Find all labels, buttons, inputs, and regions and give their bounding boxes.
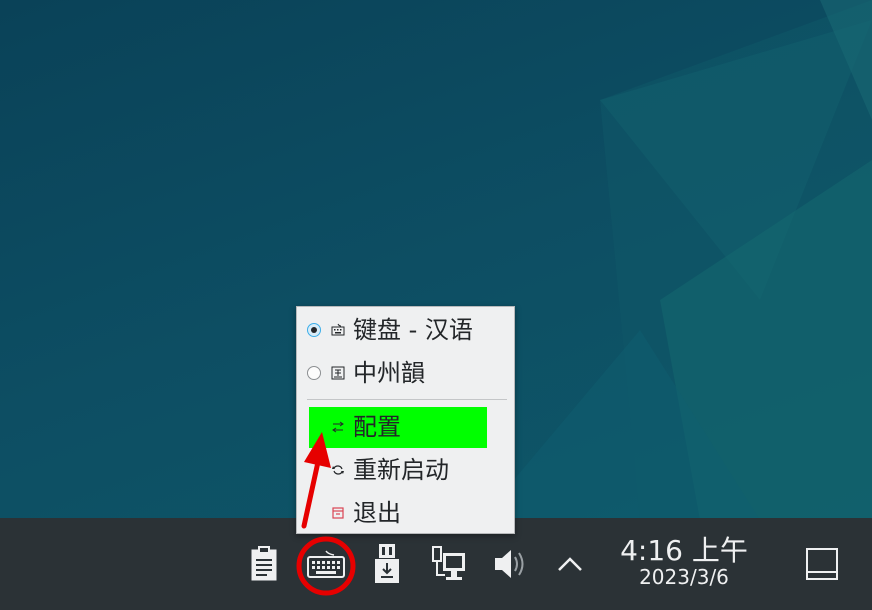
clipboard-icon[interactable] (246, 544, 282, 584)
exit-icon (332, 507, 344, 519)
menu-item-rime[interactable]: 中州韻 (305, 354, 505, 392)
menu-item-label: 重新启动 (353, 456, 449, 484)
menu-item-configure[interactable]: 配置 (305, 408, 505, 446)
rime-icon (331, 366, 345, 380)
menu-item-exit[interactable]: 退出 (305, 494, 505, 532)
menu-item-label: 中州韻 (353, 359, 425, 387)
menu-item-label: 配置 (353, 413, 401, 441)
clock-date: 2023/3/6 (639, 565, 729, 589)
clock-time: 4:16 上午 (620, 534, 748, 567)
radio-unselected[interactable] (307, 366, 321, 380)
network-icon[interactable] (430, 544, 468, 584)
menu-item-restart[interactable]: 重新启动 (305, 451, 505, 489)
show-desktop-icon[interactable] (802, 544, 842, 584)
menu-item-label: 键盘 - 汉语 (353, 316, 473, 344)
menu-separator (307, 399, 507, 400)
keyboard-icon[interactable] (306, 548, 346, 580)
clock[interactable]: 4:16 上午 2023/3/6 (614, 535, 754, 595)
volume-icon[interactable] (492, 546, 532, 582)
menu-item-label: 退出 (353, 499, 401, 527)
expand-arrow-icon[interactable] (554, 550, 586, 578)
radio-selected[interactable] (307, 323, 321, 337)
keyboard-icon (331, 323, 345, 336)
configure-icon (332, 421, 344, 433)
menu-item-keyboard-chinese[interactable]: 键盘 - 汉语 (305, 311, 505, 349)
restart-icon (332, 465, 344, 475)
usb-drive-icon[interactable] (370, 542, 404, 586)
input-method-menu: 键盘 - 汉语 中州韻 配置 重新启动 退出 (296, 306, 515, 534)
